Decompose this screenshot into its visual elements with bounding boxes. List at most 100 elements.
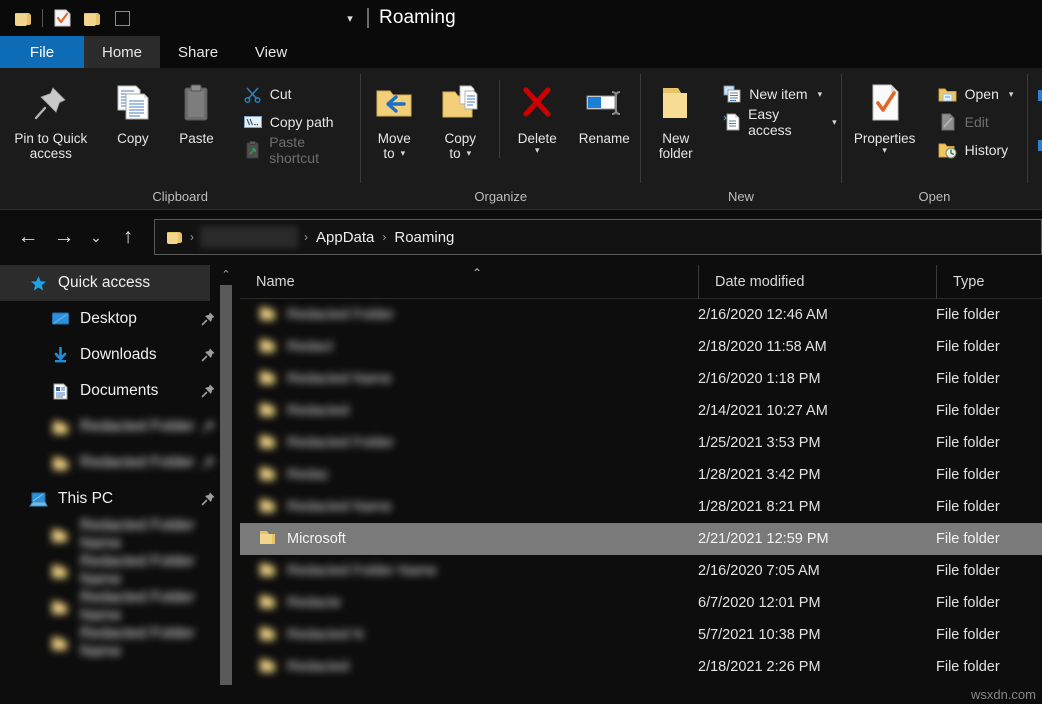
table-row[interactable]: Redacted N5/7/2021 10:38 PMFile folder (240, 619, 1042, 651)
tab-view[interactable]: View (236, 36, 306, 68)
pin-icon[interactable] (201, 455, 216, 475)
rename-button[interactable]: Rename (568, 76, 640, 146)
column-header-type[interactable]: Type (936, 265, 1042, 299)
delete-button[interactable]: Delete ▾ (506, 76, 568, 154)
pin-icon[interactable] (201, 311, 216, 331)
chevron-down-icon[interactable]: ▾ (854, 146, 916, 154)
new-folder-icon[interactable] (77, 4, 107, 32)
tab-file[interactable]: File (0, 36, 84, 68)
pin-icon[interactable] (201, 419, 216, 439)
chevron-down-icon[interactable]: ▾ (401, 146, 406, 161)
window-title: Roaming (379, 7, 456, 29)
sidebar-item-redacted-6[interactable]: Redacted Folder Name (0, 625, 240, 661)
file-name-label: Microsoft (287, 531, 346, 547)
clipboard-icon (178, 80, 214, 126)
table-row[interactable]: Redacted Name2/16/2020 1:18 PMFile folde… (240, 363, 1042, 395)
file-name-label: Redact (287, 339, 333, 355)
ribbon-group-clipboard: Pin to Quick access (0, 68, 360, 210)
new-folder-button[interactable]: New folder (641, 76, 710, 161)
pin-icon[interactable] (201, 383, 216, 403)
chevron-down-icon[interactable]: ▾ (1009, 89, 1014, 100)
pin-to-quick-access-button[interactable]: Pin to Quick access (0, 76, 102, 161)
folder-icon (48, 563, 72, 580)
folder-icon (48, 635, 72, 652)
table-row[interactable]: Redac1/28/2021 3:42 PMFile folder (240, 459, 1042, 491)
new-item-button[interactable]: New item ▾ (718, 82, 840, 106)
sidebar-item-redacted-2[interactable]: Redacted Folder (0, 445, 240, 481)
paste-button[interactable]: Paste (164, 76, 229, 146)
tab-home[interactable]: Home (84, 36, 160, 68)
breadcrumb-item-appdata[interactable]: AppData (312, 229, 378, 246)
sidebar-item-redacted-5[interactable]: Redacted Folder Name (0, 589, 240, 625)
table-row[interactable]: Redact2/18/2020 11:58 AMFile folder (240, 331, 1042, 363)
column-header-name[interactable]: Name (240, 265, 698, 299)
sidebar-item-quick-access[interactable]: Quick access (0, 265, 210, 301)
computer-icon (26, 491, 50, 508)
invert-selection-button-partial[interactable] (1030, 134, 1042, 158)
file-date-cell: 2/14/2021 10:27 AM (698, 403, 936, 419)
file-name-cell: Redacted Folder (240, 433, 698, 454)
breadcrumb-item-redacted[interactable] (200, 226, 298, 248)
recent-locations-button[interactable]: ⌄ (82, 219, 110, 255)
table-row[interactable]: Redacted Folder2/16/2020 12:46 AMFile fo… (240, 299, 1042, 331)
table-row[interactable]: Redacted Folder Name2/16/2020 7:05 AMFil… (240, 555, 1042, 587)
pin-icon[interactable] (201, 491, 216, 511)
easy-access-button[interactable]: Easy access ▾ (718, 110, 840, 134)
pin-icon[interactable] (201, 347, 216, 367)
table-row[interactable]: Redacted2/18/2021 2:26 PMFile folder (240, 651, 1042, 683)
move-to-label-line2: to (383, 146, 394, 161)
sidebar-item-this-pc[interactable]: This PC (0, 481, 240, 517)
sidebar-item-downloads[interactable]: Downloads (0, 337, 240, 373)
breadcrumb[interactable]: › › AppData › Roaming (154, 219, 1042, 255)
chevron-down-icon[interactable]: ▾ (467, 146, 472, 161)
table-row[interactable]: Redacted Name1/28/2021 8:21 PMFile folde… (240, 491, 1042, 523)
file-name-label: Redacted Folder (287, 307, 394, 323)
select-all-button-partial[interactable] (1030, 84, 1042, 108)
file-explorer-window: ▾ Roaming File Home Share View (0, 0, 1042, 704)
column-header-date-modified[interactable]: Date modified (698, 265, 936, 299)
file-type-cell: File folder (936, 467, 1042, 483)
chevron-down-icon[interactable]: ▾ (832, 117, 837, 128)
sidebar-item-desktop[interactable]: Desktop (0, 301, 240, 337)
breadcrumb-item-roaming[interactable]: Roaming (390, 229, 458, 246)
tab-share[interactable]: Share (160, 36, 236, 68)
chevron-down-icon[interactable]: ▾ (518, 146, 557, 154)
sidebar-scrollbar[interactable]: ⌃ (218, 265, 234, 704)
sidebar-item-redacted-3[interactable]: Redacted Folder Name (0, 517, 240, 553)
folder-icon[interactable] (8, 4, 38, 32)
scroll-up-button[interactable]: ⌃ (218, 265, 234, 283)
document-icon (48, 383, 72, 400)
sidebar-item-label: Redacted Folder Name (80, 625, 240, 661)
copy-path-button[interactable]: Copy path (239, 110, 361, 134)
copy-button[interactable]: Copy (102, 76, 165, 146)
empty-square-icon[interactable] (107, 4, 137, 32)
cut-button[interactable]: Cut (239, 82, 361, 106)
table-row[interactable]: Redacted2/14/2021 10:27 AMFile folder (240, 395, 1042, 427)
sidebar-item-redacted-1[interactable]: Redacted Folder (0, 409, 240, 445)
chevron-down-icon[interactable]: ▾ (818, 89, 823, 100)
file-name-cell: Redacted N (240, 625, 698, 646)
sidebar-item-documents[interactable]: Documents (0, 373, 240, 409)
edit-button[interactable]: Edit (934, 110, 1018, 134)
table-row[interactable]: Redacte6/7/2020 12:01 PMFile folder (240, 587, 1042, 619)
paste-shortcut-button[interactable]: Paste shortcut (239, 138, 361, 162)
forward-button[interactable]: → (46, 219, 82, 255)
table-row[interactable]: Microsoft2/21/2021 12:59 PMFile folder (240, 523, 1042, 555)
open-button[interactable]: Open ▾ (934, 82, 1018, 106)
customize-quick-access-toolbar-button[interactable]: ▾ (337, 4, 363, 32)
history-button[interactable]: History (934, 138, 1018, 162)
table-row[interactable]: Redacted Folder1/25/2021 3:53 PMFile fol… (240, 427, 1042, 459)
up-button[interactable]: ↑ (110, 219, 146, 255)
quick-access-toolbar (0, 4, 137, 32)
sidebar-item-label: Redacted Folder (80, 454, 195, 472)
properties-icon[interactable] (47, 4, 77, 32)
move-to-button[interactable]: Move to ▾ (361, 76, 427, 161)
file-type-cell: File folder (936, 499, 1042, 515)
copy-to-button[interactable]: Copy to ▾ (427, 76, 493, 161)
back-button[interactable]: ← (10, 219, 46, 255)
pin-to-quick-access-label-line2: access (14, 146, 87, 161)
folder-icon (258, 657, 277, 678)
properties-button[interactable]: Properties ▾ (842, 76, 928, 154)
scrollbar-thumb[interactable] (220, 285, 232, 685)
sidebar-item-redacted-4[interactable]: Redacted Folder Name (0, 553, 240, 589)
